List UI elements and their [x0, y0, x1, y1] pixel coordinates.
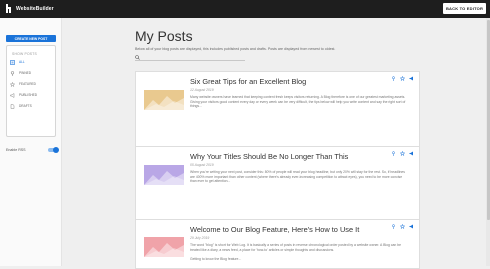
page-title: My Posts — [135, 28, 193, 44]
filter-label: ALL — [19, 60, 25, 64]
scrollbar-thumb[interactable] — [486, 20, 490, 220]
megaphone-icon[interactable] — [409, 76, 414, 81]
show-posts-title: SHOW POSTS — [12, 52, 37, 56]
logo-icon — [6, 4, 11, 13]
post-date: 12 August 2019 — [190, 88, 214, 92]
post-thumbnail — [144, 90, 184, 110]
pin-icon[interactable] — [391, 76, 396, 81]
filter-all[interactable]: ALL — [10, 58, 54, 66]
post-card: Welcome to Our Blog Feature, Here's How … — [135, 219, 420, 269]
megaphone-icon — [10, 92, 15, 98]
main-content: My Posts Below all of your blog posts ar… — [62, 18, 490, 269]
back-to-editor-button[interactable]: BACK TO EDITOR — [443, 3, 486, 14]
post-quick-actions — [391, 76, 414, 81]
page-description: Below all of your blog posts are display… — [135, 47, 336, 51]
toggle-knob — [53, 147, 59, 153]
document-icon — [10, 103, 15, 109]
filter-featured[interactable]: FEATURED — [10, 80, 54, 88]
show-posts-panel: SHOW POSTS ALL PINNED FEATURED PUBLISHED — [6, 45, 56, 137]
scrollbar[interactable] — [486, 18, 490, 266]
megaphone-icon[interactable] — [409, 224, 414, 229]
star-icon[interactable] — [400, 151, 405, 156]
rss-toggle[interactable] — [48, 147, 59, 153]
post-excerpt: When you're writing your next post, cons… — [190, 170, 405, 184]
search-input[interactable] — [135, 55, 245, 61]
star-icon[interactable] — [400, 76, 405, 81]
sidebar: CREATE NEW POST SHOW POSTS ALL PINNED FE… — [0, 18, 62, 266]
create-new-post-button[interactable]: CREATE NEW POST — [6, 35, 56, 42]
megaphone-icon[interactable] — [409, 151, 414, 156]
post-card: Why Your Titles Should Be No Longer Than… — [135, 146, 420, 230]
pin-icon[interactable] — [391, 151, 396, 156]
post-quick-actions — [391, 224, 414, 229]
logo-text: WebsiteBuilder — [16, 5, 54, 12]
star-icon — [10, 81, 15, 87]
post-excerpt: Many website owners have learned that ke… — [190, 95, 406, 109]
post-quick-actions — [391, 151, 414, 156]
rss-label: Enable RSS — [6, 148, 26, 152]
post-title[interactable]: Six Great Tips for an Excellent Blog — [190, 77, 306, 86]
post-title[interactable]: Welcome to Our Blog Feature, Here's How … — [190, 225, 359, 234]
top-bar: WebsiteBuilder BACK TO EDITOR — [0, 0, 490, 18]
search-icon — [135, 55, 140, 60]
filter-label: DRAFTS — [19, 104, 32, 108]
filter-label: PINNED — [19, 71, 32, 75]
rss-setting: Enable RSS — [6, 147, 59, 153]
star-icon[interactable] — [400, 224, 405, 229]
post-excerpt: The word "blog" is short for Web Log. It… — [190, 243, 401, 252]
post-date: 29 July 2019 — [190, 236, 210, 240]
post-excerpt-continued: Getting to know the Blog feature... — [190, 257, 242, 261]
post-card: Six Great Tips for an Excellent Blog 12 … — [135, 71, 420, 157]
pin-icon[interactable] — [391, 224, 396, 229]
post-date: 05 August 2019 — [190, 163, 214, 167]
list-icon — [10, 59, 15, 65]
filter-label: PUBLISHED — [19, 93, 38, 97]
filter-label: FEATURED — [19, 82, 36, 86]
pin-icon — [10, 70, 15, 76]
filter-drafts[interactable]: DRAFTS — [10, 102, 54, 110]
post-thumbnail — [144, 165, 184, 185]
app-logo[interactable]: WebsiteBuilder — [6, 4, 54, 13]
filter-pinned[interactable]: PINNED — [10, 69, 54, 77]
filter-published[interactable]: PUBLISHED — [10, 91, 54, 99]
post-thumbnail — [144, 237, 184, 257]
post-title[interactable]: Why Your Titles Should Be No Longer Than… — [190, 152, 348, 161]
